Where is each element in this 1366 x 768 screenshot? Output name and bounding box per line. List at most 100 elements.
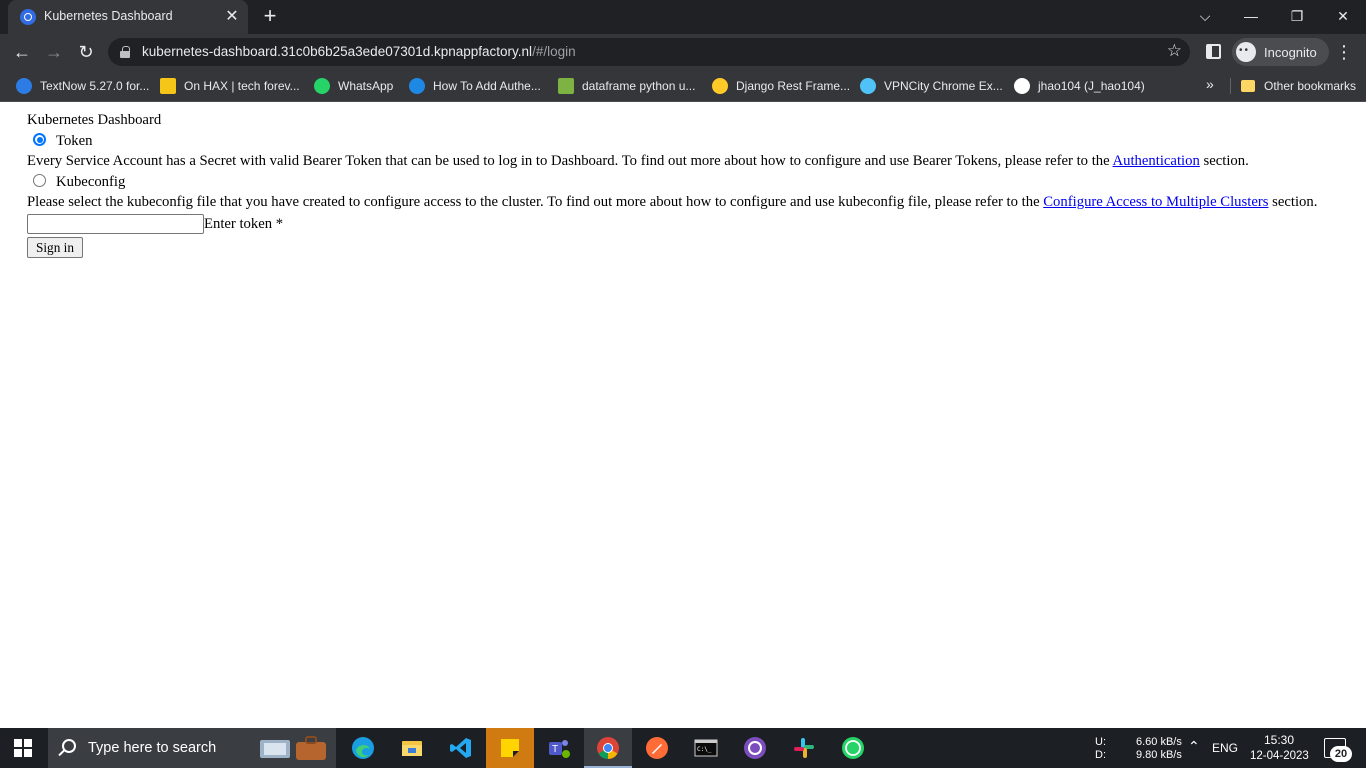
browser-tab[interactable]: Kubernetes Dashboard ✕ — [8, 0, 248, 34]
token-input[interactable] — [27, 214, 204, 234]
taskbar-postman[interactable] — [633, 728, 681, 768]
clock-date[interactable]: 12-04-2023 — [1250, 750, 1309, 762]
token-description-text: Every Service Account has a Secret with … — [27, 153, 1113, 169]
other-bookmarks[interactable]: Other bookmarks — [1241, 76, 1356, 96]
incognito-label: Incognito — [1264, 44, 1317, 60]
kubeconfig-description-end: section. — [1268, 194, 1318, 210]
bookmark-item[interactable]: WhatsApp — [314, 76, 393, 96]
browser-toolbar: ← → ↻ kubernetes-dashboard.31c0b6b25a3ed… — [0, 34, 1366, 70]
taskbar-sticky-notes[interactable] — [486, 728, 534, 768]
bookmark-label: On HAX | tech forev... — [184, 79, 300, 93]
other-bookmarks-label: Other bookmarks — [1264, 79, 1357, 93]
restore-button[interactable]: ❐ — [1282, 4, 1312, 28]
page-content: Kubernetes Dashboard Token Every Service… — [0, 103, 1366, 728]
whatsapp-icon — [314, 78, 330, 94]
reload-icon[interactable]: ↻ — [72, 38, 100, 66]
django-icon — [712, 78, 728, 94]
forward-arrow-icon[interactable]: → — [40, 38, 68, 66]
folder-icon — [402, 741, 422, 756]
svg-text:T: T — [552, 744, 558, 755]
taskbar-terminal[interactable]: C:\_ — [682, 728, 730, 768]
bookmark-item[interactable]: On HAX | tech forev... — [160, 76, 300, 96]
authentication-link[interactable]: Authentication — [1113, 153, 1200, 169]
auth-icon — [409, 78, 425, 94]
kubeconfig-description: Please select the kubeconfig file that y… — [27, 194, 1317, 211]
taskbar-teams[interactable]: T — [535, 728, 583, 768]
tab-search-icon[interactable]: ⌵ — [1190, 4, 1220, 28]
kubeconfig-radio[interactable] — [33, 174, 46, 187]
bookmark-item[interactable]: VPNCity Chrome Ex... — [860, 76, 1003, 96]
textnow-icon — [16, 78, 32, 94]
bookmark-label: WhatsApp — [338, 79, 394, 93]
browser-tab-bar: Kubernetes Dashboard ✕ + ⌵ — ❐ ✕ — [0, 0, 1366, 34]
terminal-icon: C:\_ — [694, 739, 718, 757]
bookmark-item[interactable]: jhao104 (J_hao104) — [1014, 76, 1145, 96]
onhax-icon — [160, 78, 176, 94]
bookmark-item[interactable]: dataframe python u... — [558, 76, 695, 96]
close-window-button[interactable]: ✕ — [1328, 4, 1358, 28]
taskbar-vscode[interactable] — [437, 728, 485, 768]
more-bookmarks-icon[interactable]: » — [1206, 76, 1214, 92]
windows-taskbar: Type here to search T C:\_ U: D: 6.60 kB… — [0, 728, 1366, 768]
token-input-label: Enter token * — [204, 216, 284, 232]
bookmark-item[interactable]: Django Rest Frame... — [712, 76, 850, 96]
taskbar-slack[interactable] — [780, 728, 828, 768]
lock-icon[interactable] — [120, 46, 130, 58]
vscode-icon — [450, 738, 471, 758]
notification-count: 20 — [1330, 746, 1352, 762]
sticky-notes-icon — [501, 739, 519, 757]
token-radio[interactable] — [33, 133, 46, 146]
kebab-menu-icon[interactable]: ⋮ — [1334, 38, 1354, 66]
page-title: Kubernetes Dashboard — [27, 112, 162, 128]
github-icon — [1014, 78, 1030, 94]
incognito-icon — [1236, 42, 1256, 62]
taskbar-search[interactable]: Type here to search — [48, 728, 336, 768]
bookmark-label: TextNow 5.27.0 for... — [40, 79, 150, 93]
url-text[interactable]: kubernetes-dashboard.31c0b6b25a3ede07301… — [142, 44, 576, 59]
whatsapp-icon — [842, 737, 864, 759]
chrome-icon — [597, 737, 619, 759]
network-up-speed: 6.60 kB/s — [1136, 736, 1182, 748]
taskbar-whatsapp[interactable] — [829, 728, 877, 768]
sign-in-button[interactable]: Sign in — [27, 237, 83, 258]
configure-access-link[interactable]: Configure Access to Multiple Clusters — [1043, 194, 1268, 210]
windows-start-icon[interactable] — [14, 739, 32, 757]
bookmark-label: VPNCity Chrome Ex... — [884, 79, 1003, 93]
bookmarks-divider — [1230, 78, 1231, 94]
kubeconfig-option-label: Kubeconfig — [56, 174, 126, 190]
bookmark-label: Django Rest Frame... — [736, 79, 851, 93]
kubeconfig-description-text: Please select the kubeconfig file that y… — [27, 194, 1044, 210]
new-tab-button[interactable]: + — [258, 5, 282, 29]
taskbar-github-desktop[interactable] — [731, 728, 779, 768]
vpncity-icon — [860, 78, 876, 94]
kubeconfig-option-row: Kubeconfig — [27, 174, 125, 191]
network-down-speed: 9.80 kB/s — [1136, 749, 1182, 761]
tab-title: Kubernetes Dashboard — [44, 9, 173, 23]
back-arrow-icon[interactable]: ← — [8, 38, 36, 66]
postman-icon — [646, 737, 668, 759]
taskbar-edge[interactable] — [339, 728, 387, 768]
url-path: /#/login — [532, 44, 576, 59]
taskbar-chrome[interactable] — [584, 728, 632, 768]
bookmark-item[interactable]: TextNow 5.27.0 for... — [16, 76, 149, 96]
taskbar-file-explorer[interactable] — [388, 728, 436, 768]
bookmarks-bar: TextNow 5.27.0 for... On HAX | tech fore… — [0, 70, 1366, 102]
clock-time[interactable]: 15:30 — [1264, 733, 1294, 747]
token-option-label: Token — [56, 133, 93, 149]
incognito-indicator[interactable]: Incognito — [1232, 38, 1329, 66]
edge-icon — [352, 737, 374, 759]
close-tab-icon[interactable]: ✕ — [222, 7, 242, 27]
side-panel-icon[interactable] — [1206, 44, 1221, 59]
network-down-label: D: — [1095, 749, 1106, 761]
dataframe-icon — [558, 78, 574, 94]
search-highlight-image — [260, 736, 326, 760]
bookmark-star-icon[interactable]: ☆ — [1167, 41, 1182, 61]
language-indicator[interactable]: ENG — [1212, 741, 1238, 755]
address-bar[interactable]: kubernetes-dashboard.31c0b6b25a3ede07301… — [108, 38, 1190, 66]
show-hidden-icons-icon[interactable]: ⌃ — [1188, 738, 1200, 755]
bookmark-item[interactable]: How To Add Authe... — [409, 76, 541, 96]
url-host: kubernetes-dashboard.31c0b6b25a3ede07301… — [142, 44, 533, 59]
token-option-row: Token — [27, 133, 93, 150]
slack-icon — [794, 738, 814, 758]
minimize-button[interactable]: — — [1236, 4, 1266, 28]
